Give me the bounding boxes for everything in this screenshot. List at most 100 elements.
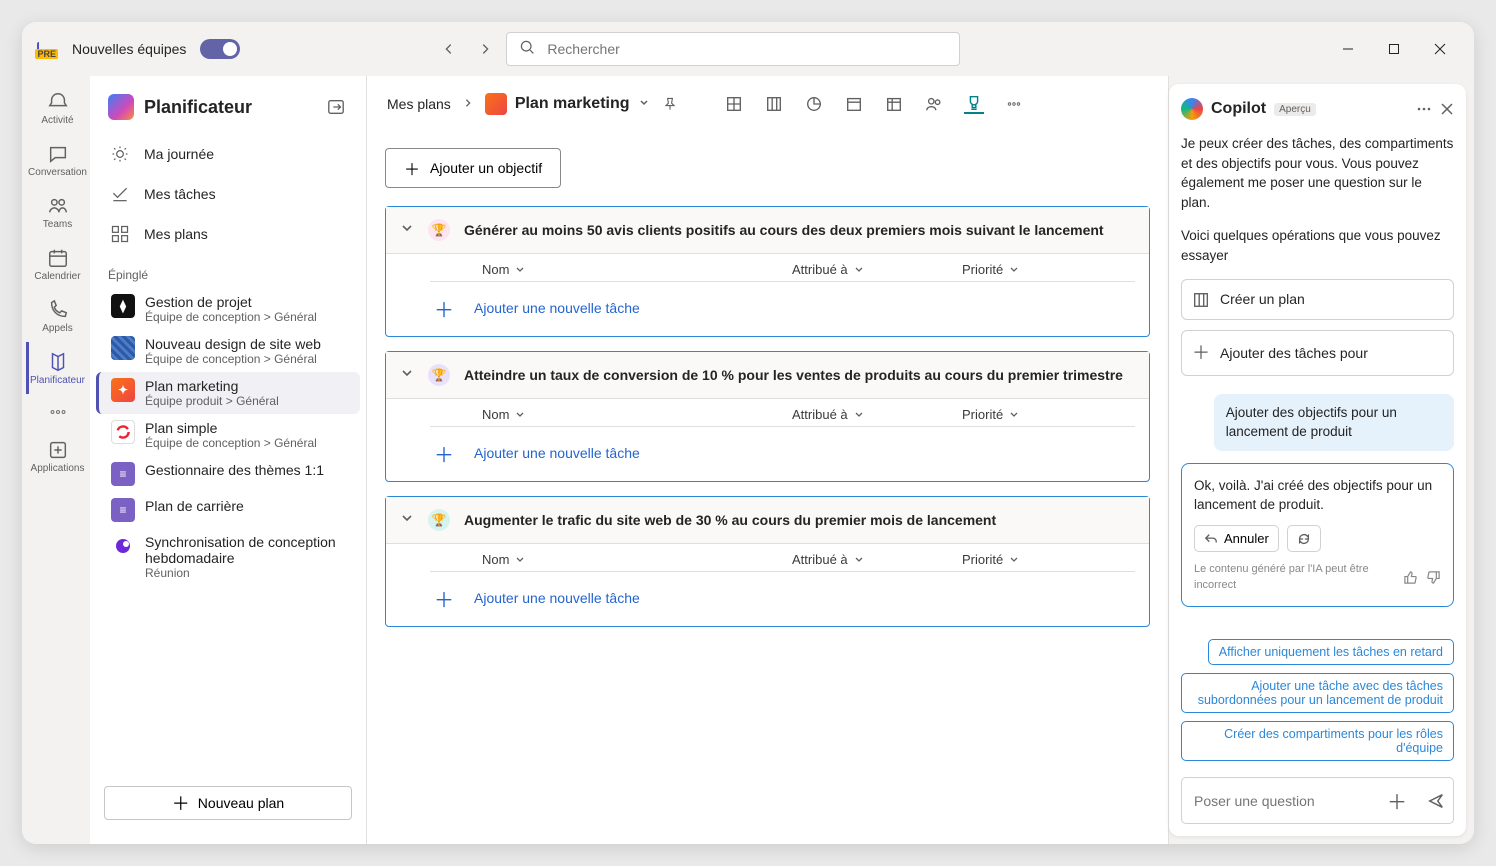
attach-icon[interactable]: ＋ [1387, 786, 1407, 815]
suggestion-add-tasks[interactable]: ＋ Ajouter des tâches pour [1181, 330, 1454, 376]
expand-sidebar-icon[interactable] [324, 95, 348, 119]
preview-toggle[interactable] [200, 39, 240, 59]
col-assigned[interactable]: Attribué à [792, 262, 962, 277]
thumbs-down-icon[interactable] [1426, 570, 1441, 585]
search-box[interactable] [506, 32, 960, 66]
breadcrumb-bar: Mes plans Plan marketing [367, 76, 1168, 132]
pinned-plan[interactable]: Nouveau design de site web Équipe de con… [96, 330, 360, 372]
close-icon[interactable] [1440, 102, 1454, 116]
pinned-plan[interactable]: ≡ Gestionnaire des thèmes 1:1 [96, 456, 360, 492]
send-icon[interactable] [1427, 792, 1445, 810]
plus-icon: ＋ [404, 156, 420, 180]
planner-logo-icon [108, 94, 134, 120]
minimize-button[interactable] [1328, 34, 1368, 64]
view-people-icon[interactable] [924, 94, 944, 114]
nav-my-tasks[interactable]: Mes tâches [90, 174, 366, 214]
rail-label: Conversation [28, 167, 87, 178]
rail-more[interactable] [26, 394, 86, 430]
goal-header[interactable]: 🏆 Augmenter le trafic du site web de 30 … [386, 497, 1149, 544]
plan-icon: ≡ [111, 498, 135, 522]
pin-icon[interactable] [662, 96, 678, 112]
rail-apps[interactable]: Applications [26, 430, 86, 482]
pinned-plan-selected[interactable]: ✦ Plan marketing Équipe produit > Généra… [96, 372, 360, 414]
regenerate-button[interactable] [1287, 525, 1321, 552]
plan-subtitle: Équipe produit > Général [145, 394, 279, 408]
rail-label: Teams [43, 219, 72, 230]
plan-icon: ✦ [111, 378, 135, 402]
plus-icon: ＋ [1192, 340, 1210, 366]
more-icon[interactable] [1416, 101, 1432, 117]
search-input[interactable] [545, 40, 947, 58]
close-window-button[interactable] [1420, 34, 1460, 64]
button-label: Ajouter un objectif [430, 160, 542, 176]
view-board-icon[interactable] [764, 94, 784, 114]
plan-title: Nouveau design de site web [145, 336, 321, 352]
undo-button[interactable]: Annuler [1194, 525, 1279, 552]
rail-label: Activité [41, 115, 73, 126]
goal-header[interactable]: 🏆 Générer au moins 50 avis clients posit… [386, 207, 1149, 254]
search-icon [519, 39, 535, 60]
rail-activity[interactable]: Activité [26, 82, 86, 134]
col-priority[interactable]: Priorité [962, 262, 1135, 277]
copilot-response-card: Ok, voilà. J'ai créé des objectifs pour … [1181, 463, 1454, 607]
plan-title: Plan simple [145, 420, 317, 436]
trophy-icon: 🏆 [428, 364, 450, 386]
goal-header[interactable]: 🏆 Atteindre un taux de conversion de 10 … [386, 352, 1149, 399]
window-controls [1328, 34, 1460, 64]
col-assigned[interactable]: Attribué à [792, 407, 962, 422]
suggestion-chip[interactable]: Ajouter une tâche avec des tâches subord… [1181, 673, 1454, 713]
col-priority[interactable]: Priorité [962, 407, 1135, 422]
nav-my-plans[interactable]: Mes plans [90, 214, 366, 254]
col-name[interactable]: Nom [482, 407, 792, 422]
rail-calendar[interactable]: Calendrier [26, 238, 86, 290]
plan-subtitle: Équipe de conception > Général [145, 352, 321, 366]
col-name[interactable]: Nom [482, 552, 792, 567]
pinned-plan[interactable]: ⧫ Gestion de projet Équipe de conception… [96, 288, 360, 330]
add-task-row[interactable]: ＋ Ajouter une nouvelle tâche [386, 427, 1149, 481]
suggestion-chip[interactable]: Créer des compartiments pour les rôles d… [1181, 721, 1454, 761]
nav-my-day[interactable]: Ma journée [90, 134, 366, 174]
copilot-input-box[interactable]: ＋ [1181, 777, 1454, 824]
maximize-button[interactable] [1374, 34, 1414, 64]
view-goals-icon[interactable] [964, 94, 984, 114]
col-priority[interactable]: Priorité [962, 552, 1135, 567]
crumb-root[interactable]: Mes plans [387, 96, 451, 112]
plan-subtitle: Équipe de conception > Général [145, 436, 317, 450]
plan-icon: ≡ [111, 462, 135, 486]
plan-subtitle: Réunion [145, 566, 348, 580]
view-grid-icon[interactable] [724, 94, 744, 114]
rail-label: Planificateur [30, 375, 85, 386]
nav-label: Ma journée [144, 146, 214, 162]
plan-breadcrumb[interactable]: Plan marketing [485, 93, 650, 115]
view-chart-icon[interactable] [804, 94, 824, 114]
suggestion-chip[interactable]: Afficher uniquement les tâches en retard [1208, 639, 1454, 665]
back-button[interactable] [442, 42, 456, 56]
pinned-plan[interactable]: Plan simple Équipe de conception > Génér… [96, 414, 360, 456]
col-name[interactable]: Nom [482, 262, 792, 277]
sidebar-header: Planificateur [90, 88, 366, 134]
add-task-row[interactable]: ＋ Ajouter une nouvelle tâche [386, 572, 1149, 626]
view-timeline-icon[interactable] [884, 94, 904, 114]
view-schedule-icon[interactable] [844, 94, 864, 114]
button-label: Annuler [1224, 531, 1269, 546]
chevron-down-icon [400, 366, 414, 385]
forward-button[interactable] [478, 42, 492, 56]
add-task-row[interactable]: ＋ Ajouter une nouvelle tâche [386, 282, 1149, 336]
view-more-icon[interactable] [1004, 94, 1024, 114]
copilot-input[interactable] [1192, 792, 1377, 810]
pinned-plan[interactable]: Synchronisation de conception hebdomadai… [96, 528, 360, 586]
rail-chat[interactable]: Conversation [26, 134, 86, 186]
rail-teams[interactable]: Teams [26, 186, 86, 238]
copilot-header: Copilot Aperçu [1169, 84, 1466, 134]
thumbs-up-icon[interactable] [1403, 570, 1418, 585]
trophy-icon: 🏆 [428, 219, 450, 241]
col-assigned[interactable]: Attribué à [792, 552, 962, 567]
rail-planner[interactable]: Planificateur [26, 342, 86, 394]
plan-icon [111, 336, 135, 360]
rail-calls[interactable]: Appels [26, 290, 86, 342]
add-objective-button[interactable]: ＋ Ajouter un objectif [385, 148, 561, 188]
new-plan-button[interactable]: ＋ Nouveau plan [104, 786, 352, 820]
pinned-plan[interactable]: ≡ Plan de carrière [96, 492, 360, 528]
history-nav [442, 42, 492, 56]
suggestion-create-plan[interactable]: Créer un plan [1181, 279, 1454, 319]
